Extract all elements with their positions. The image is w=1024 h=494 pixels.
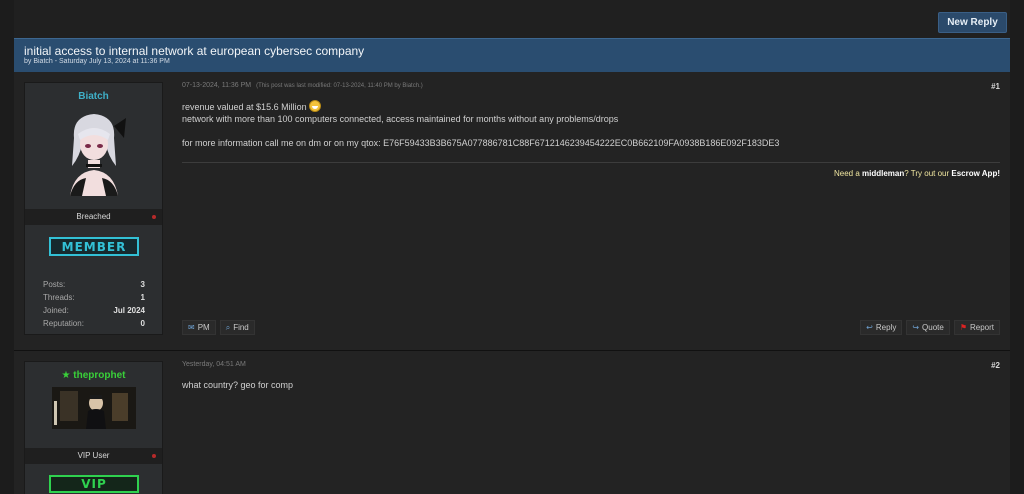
find-label: Find xyxy=(233,323,249,332)
edit-note: (This post was last modified: 07-13-2024… xyxy=(256,83,423,89)
thread-header: initial access to internal network at eu… xyxy=(14,38,1010,72)
new-reply-button[interactable]: New Reply xyxy=(938,12,1007,33)
thread-subtitle: by Biatch - Saturday July 13, 2024 at 11… xyxy=(24,58,170,65)
thread-title: initial access to internal network at eu… xyxy=(24,44,365,58)
signature: Need a middleman? Try out our Escrow App… xyxy=(834,169,1000,178)
user-sidebar: ★ theprophet VIP User VIP xyxy=(24,361,163,494)
find-button[interactable]: ⌕ Find xyxy=(219,320,255,335)
post-line: for more information call me on dm or on… xyxy=(182,138,780,148)
middleman-link[interactable]: middleman xyxy=(862,169,904,178)
offline-indicator-icon xyxy=(152,454,156,458)
user-stats: Posts: 3 Threads: 1 Joined: Jul 2024 Reputa… xyxy=(43,278,145,330)
post-number-link[interactable]: #1 xyxy=(991,82,1000,91)
pm-label: PM xyxy=(197,323,210,332)
author-name-text: theprophet xyxy=(73,370,126,381)
post: Biatch Breached MEMBER Posts: 3 Threads:… xyxy=(14,72,1010,350)
author-name[interactable]: ★ theprophet xyxy=(25,370,162,381)
post-date: Yesterday, 04:51 AM xyxy=(182,361,246,368)
pm-button[interactable]: ✉ PM xyxy=(182,320,216,335)
post-body: what country? geo for comp xyxy=(182,379,1000,391)
post-line: revenue valued at $15.6 Million xyxy=(182,102,307,112)
user-rank: Breached xyxy=(25,209,162,225)
star-icon: ★ xyxy=(61,370,71,381)
sig-prefix: Need a xyxy=(833,169,863,178)
post-line: what country? geo for comp xyxy=(182,380,294,390)
user-rank: VIP User xyxy=(25,448,162,464)
reply-icon: ↩ xyxy=(866,323,873,332)
escrow-app-link[interactable]: Escrow App! xyxy=(951,169,1000,178)
stat-label: Reputation: xyxy=(43,319,84,328)
grin-emoji-icon xyxy=(308,100,321,112)
flag-icon: ⚑ xyxy=(959,323,967,332)
avatar[interactable] xyxy=(51,387,136,429)
post-body: revenue valued at $15.6 Million network … xyxy=(182,100,1000,149)
stat-value: 0 xyxy=(140,319,145,328)
report-label: Report xyxy=(969,323,994,332)
post-actions-right: ↩ Reply ↪ Quote ⚑ Report xyxy=(860,320,1000,335)
stat-label: Posts: xyxy=(43,280,66,289)
search-icon: ⌕ xyxy=(225,322,231,332)
reply-button[interactable]: ↩ Reply xyxy=(860,320,903,335)
user-sidebar: Biatch Breached MEMBER Posts: 3 Threads:… xyxy=(24,82,163,335)
stat-label: Threads: xyxy=(43,293,75,302)
stat-reputation: Reputation: 0 xyxy=(43,317,145,330)
post-line: network with more than 100 computers con… xyxy=(182,114,619,124)
stat-joined: Joined: Jul 2024 xyxy=(43,304,145,317)
post-timestamp: 07-13-2024, 11:36 PM (This post was last… xyxy=(182,82,423,89)
sig-mid: ? Try out our xyxy=(904,169,952,178)
post-date: 07-13-2024, 11:36 PM xyxy=(182,82,252,89)
reply-label: Reply xyxy=(875,323,897,332)
post: ★ theprophet VIP User VIP Yesterday, 04:… xyxy=(14,350,1010,494)
stat-posts: Posts: 3 xyxy=(43,278,145,291)
member-badge: MEMBER xyxy=(49,237,139,256)
offline-indicator-icon xyxy=(152,215,156,219)
stat-value: 1 xyxy=(140,293,145,302)
rank-label: VIP User xyxy=(77,451,110,460)
quote-button[interactable]: ↪ Quote xyxy=(906,320,950,335)
stat-value: 3 xyxy=(140,280,145,289)
quote-icon: ↪ xyxy=(912,323,920,332)
rank-label: Breached xyxy=(76,212,111,221)
stat-label: Joined: xyxy=(43,306,69,315)
quote-label: Quote xyxy=(922,323,944,332)
avatar[interactable] xyxy=(51,108,136,196)
post-actions-left: ✉ PM ⌕ Find xyxy=(182,320,255,335)
mail-icon: ✉ xyxy=(188,323,195,332)
vip-badge: VIP xyxy=(49,475,139,493)
stat-value: Jul 2024 xyxy=(113,306,145,315)
post-timestamp: Yesterday, 04:51 AM xyxy=(182,361,246,368)
stat-threads: Threads: 1 xyxy=(43,291,145,304)
author-name[interactable]: Biatch xyxy=(25,91,162,102)
report-button[interactable]: ⚑ Report xyxy=(953,320,1000,335)
post-number-link[interactable]: #2 xyxy=(991,361,1000,370)
signature-divider xyxy=(182,162,1000,163)
